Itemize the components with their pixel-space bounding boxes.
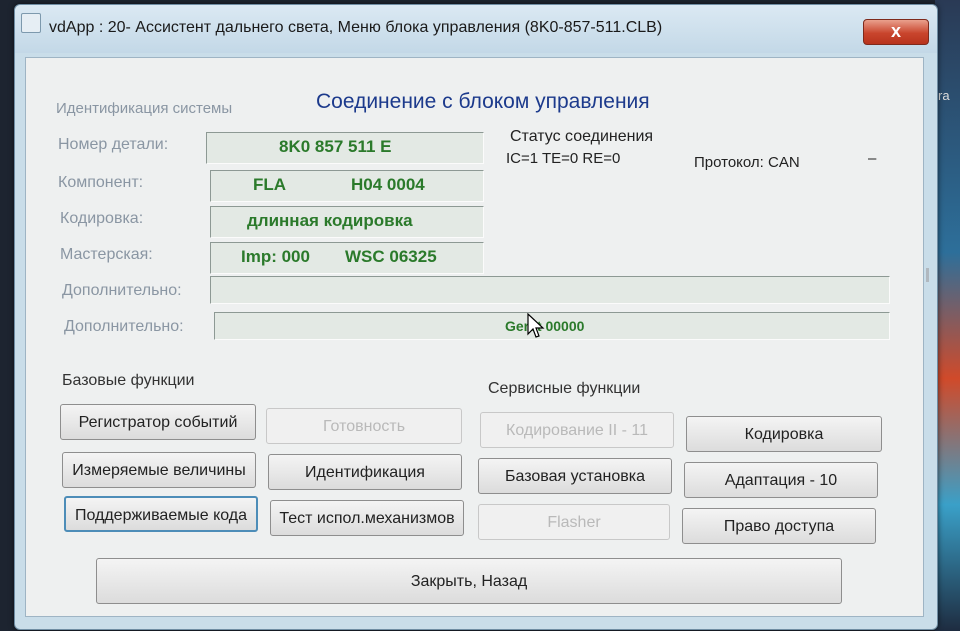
identification-button[interactable]: Идентификация <box>268 454 462 490</box>
scroll-indicator <box>926 268 929 282</box>
app-icon <box>21 13 41 33</box>
event-recorder-button[interactable]: Регистратор событий <box>60 404 256 440</box>
coding-ii-button[interactable]: Кодирование II - 11 <box>480 412 674 448</box>
component-value-b: H04 0004 <box>351 175 425 194</box>
extra1-label: Дополнительно: <box>62 282 182 299</box>
readiness-button[interactable]: Готовность <box>266 408 462 444</box>
identification-group-title: Идентификация системы <box>56 100 233 117</box>
part-number-field: 8K0 857 511 E <box>206 132 484 164</box>
component-value-a: FLA <box>253 175 287 194</box>
adaptation-button[interactable]: Адаптация - 10 <box>684 462 878 498</box>
workshop-value-b: WSC 06325 <box>345 247 437 266</box>
desktop-edge-text: ra <box>938 88 950 103</box>
close-back-button[interactable]: Закрыть, Назад <box>96 558 842 604</box>
service-functions-title: Сервисные функции <box>488 380 641 397</box>
part-number-value: 8K0 857 511 E <box>279 137 392 156</box>
mouse-pointer-icon <box>527 313 545 338</box>
protocol-label: Протокол: CAN <box>694 154 800 171</box>
status-dash: – <box>868 150 877 167</box>
connection-status-title: Статус соединения <box>510 128 654 145</box>
component-label: Компонент: <box>58 174 144 191</box>
control-unit-panel: Идентификация системы Соединение с блоко… <box>25 57 929 617</box>
workshop-label: Мастерская: <box>60 246 153 263</box>
basic-setting-button[interactable]: Базовая установка <box>478 458 672 494</box>
part-number-label: Номер детали: <box>58 136 169 153</box>
supported-codes-button[interactable]: Поддерживаемые кода <box>64 496 258 532</box>
component-field: FLA H04 0004 <box>210 170 484 202</box>
extra1-field <box>210 276 890 304</box>
basic-functions-title: Базовые функции <box>62 372 195 389</box>
connection-status-values: IC=1 TE=0 RE=0 <box>506 150 621 167</box>
workshop-value-a: Imp: 000 <box>241 247 310 266</box>
app-window: vdApp : 20- Ассистент дальнего света, Ме… <box>14 4 938 630</box>
page-title: Соединение с блоком управления <box>316 90 650 113</box>
close-window-button[interactable]: x <box>863 19 929 45</box>
coding-button[interactable]: Кодировка <box>686 416 882 452</box>
flasher-button[interactable]: Flasher <box>478 504 670 540</box>
coding-field: длинная кодировка <box>210 206 484 238</box>
title-bar[interactable]: vdApp : 20- Ассистент дальнего света, Ме… <box>15 5 937 53</box>
extra2-label: Дополнительно: <box>64 318 184 335</box>
extra2-field: Gerat 00000 <box>214 312 890 340</box>
window-title: vdApp : 20- Ассистент дальнего света, Ме… <box>49 19 663 36</box>
coding-value: длинная кодировка <box>247 211 413 230</box>
workshop-field: Imp: 000 WSC 06325 <box>210 242 484 274</box>
coding-label: Кодировка: <box>60 210 144 227</box>
measured-values-button[interactable]: Измеряемые величины <box>62 452 256 488</box>
actuator-test-button[interactable]: Тест испол.механизмов <box>270 500 464 536</box>
access-rights-button[interactable]: Право доступа <box>682 508 876 544</box>
